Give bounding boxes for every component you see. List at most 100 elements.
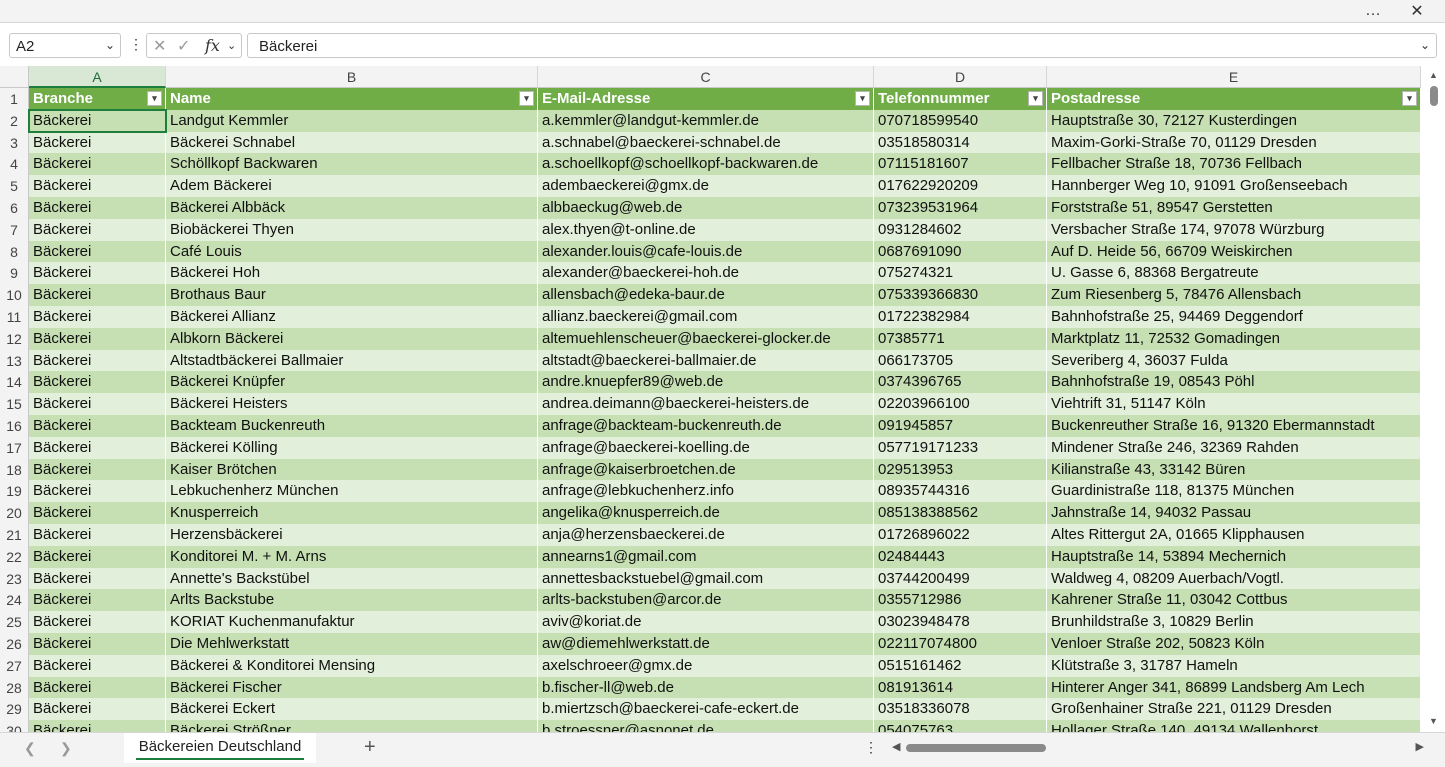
table-cell[interactable]: Bahnhofstraße 19, 08543 Pöhl [1047, 371, 1421, 394]
table-cell[interactable]: Bäckerei Knüpfer [166, 371, 538, 394]
table-cell[interactable]: Café Louis [166, 240, 538, 263]
table-cell[interactable]: andrea.deimann@baeckerei-heisters.de [538, 393, 874, 415]
table-header-cell[interactable]: E-Mail-Adresse ▾ [538, 88, 874, 110]
table-cell[interactable]: Hinterer Anger 341, 86899 Landsberg Am L… [1047, 676, 1421, 699]
table-cell[interactable]: 073239531964 [874, 197, 1047, 219]
table-cell[interactable]: Backteam Buckenreuth [166, 415, 538, 437]
table-cell[interactable]: adembaeckerei@gmx.de [538, 175, 874, 197]
row-header[interactable]: 16 [0, 415, 29, 437]
table-cell[interactable]: 029513953 [874, 458, 1047, 481]
row-header[interactable]: 12 [0, 327, 29, 350]
row-header[interactable]: 3 [0, 131, 29, 154]
table-cell[interactable]: albbaeckug@web.de [538, 197, 874, 219]
filter-dropdown-icon[interactable]: ▾ [519, 91, 534, 106]
table-header-cell[interactable]: Branche ▾ [29, 88, 166, 110]
row-header[interactable]: 30 [0, 720, 29, 732]
table-cell[interactable]: Bäckerei Schnabel [166, 131, 538, 154]
filter-dropdown-icon[interactable]: ▾ [855, 91, 870, 106]
table-cell[interactable]: Kahrener Straße 11, 03042 Cottbus [1047, 589, 1421, 612]
table-cell[interactable]: Bäckerei [29, 218, 166, 241]
table-cell[interactable]: anfrage@backteam-buckenreuth.de [538, 415, 874, 437]
table-cell[interactable]: 066173705 [874, 349, 1047, 372]
insert-function-icon[interactable]: fx [205, 36, 220, 55]
table-cell[interactable]: Bäckerei [29, 393, 166, 415]
table-cell[interactable]: 07115181607 [874, 153, 1047, 176]
table-cell[interactable]: Bäckerei [29, 611, 166, 633]
select-all-corner[interactable] [0, 66, 29, 88]
table-cell[interactable]: Bäckerei [29, 175, 166, 197]
table-cell[interactable]: Fellbacher Straße 18, 70736 Fellbach [1047, 153, 1421, 176]
sheet-tab[interactable]: Bäckereien Deutschland [124, 733, 316, 763]
table-cell[interactable]: Guardinistraße 118, 81375 München [1047, 480, 1421, 503]
table-cell[interactable]: b.fischer-ll@web.de [538, 676, 874, 699]
row-header[interactable]: 2 [0, 109, 29, 132]
table-cell[interactable]: Bäckerei Allianz [166, 306, 538, 328]
table-cell[interactable]: a.schnabel@baeckerei-schnabel.de [538, 131, 874, 154]
table-cell[interactable]: Altstadtbäckerei Ballmaier [166, 349, 538, 372]
row-header[interactable]: 5 [0, 175, 29, 197]
row-header[interactable]: 23 [0, 567, 29, 590]
table-cell[interactable]: Jahnstraße 14, 94032 Passau [1047, 502, 1421, 524]
table-cell[interactable]: Bäckerei Albbäck [166, 197, 538, 219]
table-cell[interactable]: Bäckerei Kölling [166, 436, 538, 459]
table-cell[interactable]: Bäckerei [29, 109, 166, 132]
table-cell[interactable]: 091945857 [874, 415, 1047, 437]
scroll-up-icon[interactable]: ▲ [1429, 70, 1438, 80]
row-header[interactable]: 7 [0, 218, 29, 241]
column-header-b[interactable]: B [166, 66, 538, 88]
table-cell[interactable]: Bäckerei [29, 502, 166, 524]
table-cell[interactable]: 022117074800 [874, 633, 1047, 655]
row-header[interactable]: 20 [0, 502, 29, 524]
table-cell[interactable]: Bäckerei Strößner [166, 720, 538, 732]
scroll-left-icon[interactable]: ◀ [892, 740, 900, 753]
table-cell[interactable]: Hannberger Weg 10, 91091 Großenseebach [1047, 175, 1421, 197]
table-cell[interactable]: 02203966100 [874, 393, 1047, 415]
table-cell[interactable]: alexander.louis@cafe-louis.de [538, 240, 874, 263]
table-cell[interactable]: 01726896022 [874, 524, 1047, 546]
table-cell[interactable]: altemuehlenscheuer@baeckerei-glocker.de [538, 327, 874, 350]
name-box[interactable]: A2 ⌄ [9, 33, 121, 58]
table-cell[interactable]: Bäckerei [29, 654, 166, 677]
table-cell[interactable]: altstadt@baeckerei-ballmaier.de [538, 349, 874, 372]
table-cell[interactable]: Großenhainer Straße 221, 01129 Dresden [1047, 698, 1421, 721]
chevron-right-icon[interactable]: ❯ [60, 740, 72, 757]
table-cell[interactable]: Forststraße 51, 89547 Gerstetten [1047, 197, 1421, 219]
table-cell[interactable]: Bäckerei [29, 545, 166, 568]
row-header[interactable]: 11 [0, 306, 29, 328]
table-cell[interactable]: Bäckerei [29, 415, 166, 437]
table-cell[interactable]: Bäckerei [29, 698, 166, 721]
column-header-e[interactable]: E [1047, 66, 1421, 88]
table-cell[interactable]: Bäckerei [29, 327, 166, 350]
row-header[interactable]: 26 [0, 633, 29, 655]
table-cell[interactable]: a.kemmler@landgut-kemmler.de [538, 109, 874, 132]
table-cell[interactable]: Bäckerei [29, 567, 166, 590]
table-cell[interactable]: 03518336078 [874, 698, 1047, 721]
table-header-cell[interactable]: Telefonnummer ▾ [874, 88, 1047, 110]
column-header-a[interactable]: A [29, 66, 166, 88]
table-cell[interactable]: Buckenreuther Straße 16, 91320 Ebermanns… [1047, 415, 1421, 437]
row-header[interactable]: 27 [0, 654, 29, 677]
close-icon[interactable]: ✕ [1400, 0, 1434, 22]
table-cell[interactable]: Zum Riesenberg 5, 78476 Allensbach [1047, 284, 1421, 306]
table-cell[interactable]: b.stroessner@asnonet.de [538, 720, 874, 732]
table-cell[interactable]: annearns1@gmail.com [538, 545, 874, 568]
table-cell[interactable]: Bäckerei Eckert [166, 698, 538, 721]
table-cell[interactable]: 017622920209 [874, 175, 1047, 197]
scroll-down-icon[interactable]: ▼ [1429, 716, 1438, 726]
table-cell[interactable]: Knusperreich [166, 502, 538, 524]
table-cell[interactable]: alexander@baeckerei-hoh.de [538, 262, 874, 285]
row-header[interactable]: 24 [0, 589, 29, 612]
table-cell[interactable]: Bäckerei [29, 480, 166, 503]
table-cell[interactable]: 054075763 [874, 720, 1047, 732]
table-cell[interactable]: 07385771 [874, 327, 1047, 350]
table-cell[interactable]: Marktplatz 11, 72532 Gomadingen [1047, 327, 1421, 350]
table-cell[interactable]: Bäckerei [29, 131, 166, 154]
table-cell[interactable]: Kaiser Brötchen [166, 458, 538, 481]
table-cell[interactable]: 0931284602 [874, 218, 1047, 241]
table-cell[interactable]: Lebkuchenherz München [166, 480, 538, 503]
table-cell[interactable]: anfrage@baeckerei-koelling.de [538, 436, 874, 459]
table-cell[interactable]: alex.thyen@t-online.de [538, 218, 874, 241]
row-header[interactable]: 17 [0, 436, 29, 459]
table-cell[interactable]: angelika@knusperreich.de [538, 502, 874, 524]
table-cell[interactable]: U. Gasse 6, 88368 Bergatreute [1047, 262, 1421, 285]
